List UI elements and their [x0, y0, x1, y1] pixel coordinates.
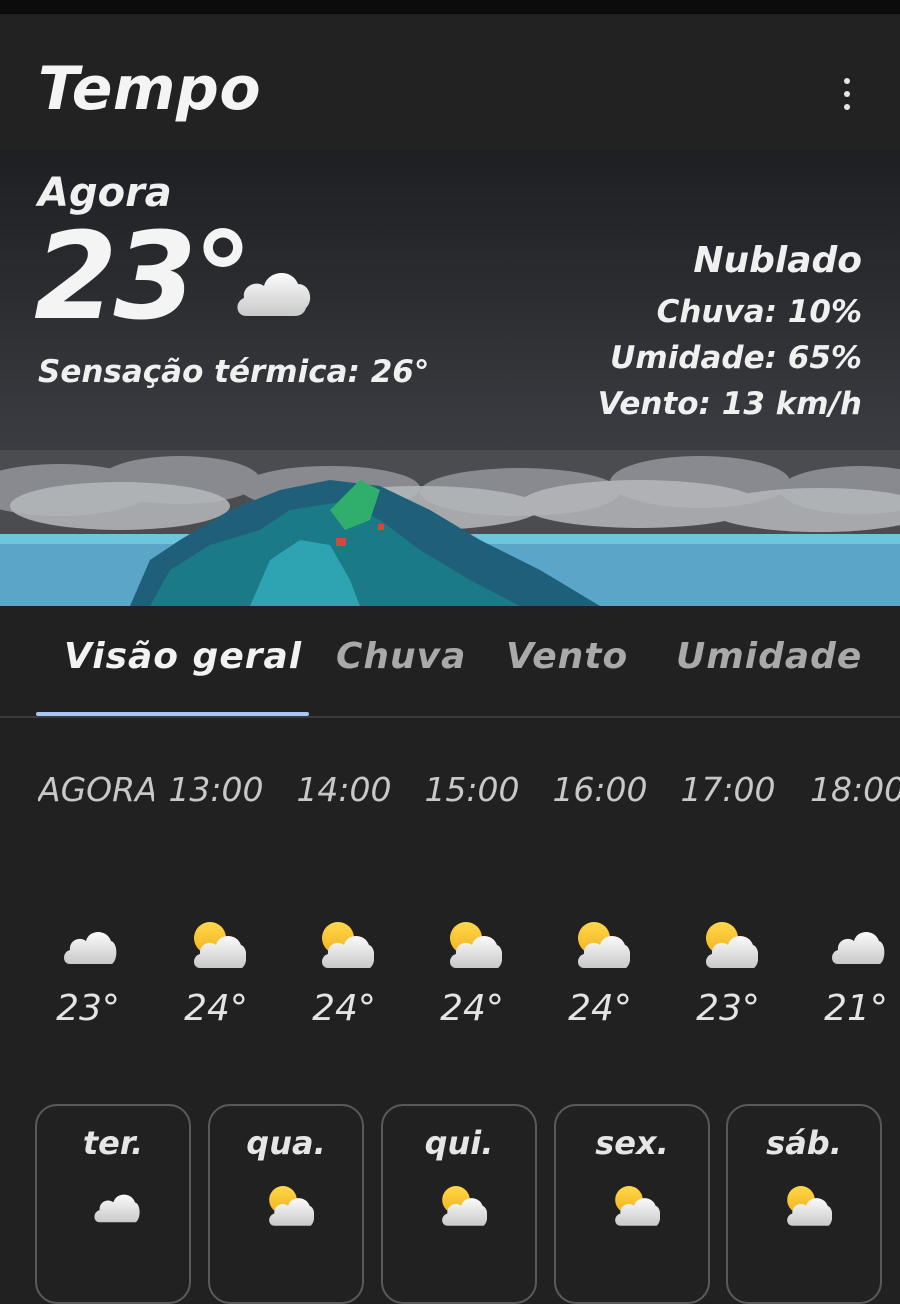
hour-time: 18:00 — [810, 770, 900, 809]
partly-cloudy-icon — [787, 1186, 832, 1226]
cloud-icon — [64, 932, 117, 964]
status-bar — [0, 0, 900, 14]
partly-cloudy-icon — [615, 1186, 660, 1226]
hour-temperature: 21° — [824, 988, 888, 1029]
hour-time: 17:00 — [680, 770, 776, 809]
partly-cloudy-icon — [442, 1186, 487, 1226]
daily-card[interactable]: sex. — [554, 1104, 710, 1304]
hour-time: AGORA — [38, 770, 154, 809]
weather-scene-illustration — [0, 450, 900, 606]
hour-temperature: 24° — [184, 988, 248, 1029]
hour-temperature: 23° — [56, 988, 120, 1029]
daily-card[interactable]: qui. — [381, 1104, 537, 1304]
more-options-button[interactable] — [826, 72, 866, 116]
current-temperature: 23° — [34, 208, 253, 347]
partly-cloudy-icon — [194, 922, 246, 968]
cloud-icon — [94, 1194, 140, 1223]
partly-cloudy-icon — [269, 1186, 314, 1226]
day-name: ter. — [82, 1124, 144, 1162]
hour-time: 13:00 — [168, 770, 264, 809]
hour-time: 16:00 — [552, 770, 648, 809]
tab-rain[interactable]: Chuva — [336, 636, 466, 677]
rain-chance: Chuva: 10% — [656, 294, 862, 330]
hour-temperature: 24° — [568, 988, 632, 1029]
daily-card[interactable]: qua. — [208, 1104, 364, 1304]
hour-time: 14:00 — [296, 770, 392, 809]
partly-cloudy-icon — [322, 922, 374, 968]
hour-temperature: 24° — [440, 988, 504, 1029]
app-title: Tempo — [38, 54, 262, 124]
wind-speed: Vento: 13 km/h — [597, 386, 862, 422]
hour-time: 15:00 — [424, 770, 520, 809]
partly-cloudy-icon — [450, 922, 502, 968]
condition-description: Nublado — [693, 240, 862, 281]
tab-wind[interactable]: Vento — [506, 636, 628, 677]
cloud-icon — [832, 932, 885, 964]
current-conditions: Agora 23° Sensação térmica: 26° Nublado … — [0, 150, 900, 606]
tab-overview[interactable]: Visão geral — [64, 636, 302, 677]
day-name: qua. — [246, 1124, 326, 1162]
feels-like: Sensação térmica: 26° — [38, 354, 430, 390]
hour-temperature: 24° — [312, 988, 376, 1029]
tab-bar: Visão geral Chuva Vento Umidade — [0, 606, 900, 718]
current-details: Nublado Chuva: 10% Umidade: 65% Vento: 1… — [598, 240, 862, 427]
day-name: sex. — [595, 1124, 669, 1162]
partly-cloudy-icon — [706, 922, 758, 968]
day-name: qui. — [424, 1124, 494, 1162]
app-bar: Tempo — [0, 14, 900, 164]
daily-card[interactable]: ter. — [35, 1104, 191, 1304]
hourly-forecast[interactable]: AGORA 23° 13:00 24° 14:00 24° 15:00 24° … — [0, 718, 900, 1098]
day-name: sáb. — [766, 1124, 842, 1162]
cloud-icon — [237, 272, 311, 316]
tab-humidity[interactable]: Umidade — [676, 636, 862, 677]
daily-card[interactable]: sáb. — [726, 1104, 882, 1304]
humidity-value: Umidade: 65% — [610, 340, 862, 376]
partly-cloudy-icon — [578, 922, 630, 968]
hour-temperature: 23° — [696, 988, 760, 1029]
